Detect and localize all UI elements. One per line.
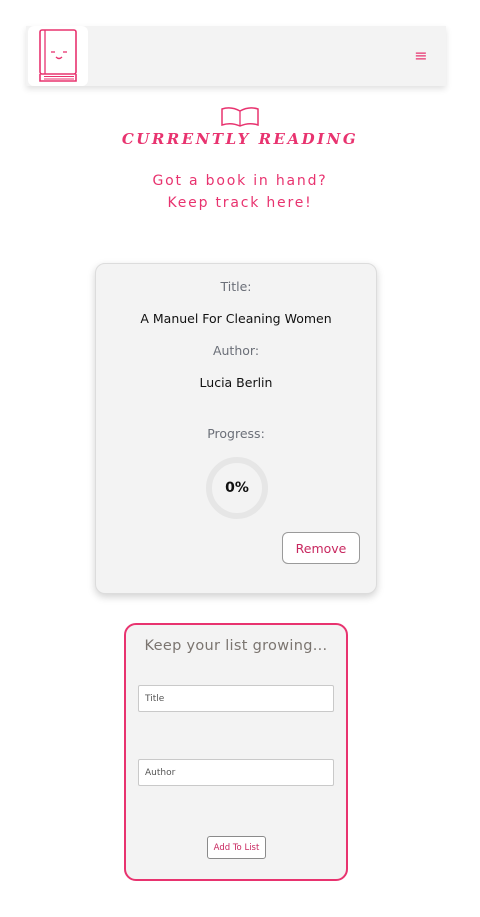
smiling-book-icon <box>39 29 77 82</box>
navbar: ≡ <box>26 26 446 86</box>
tagline-line-2: Keep track here! <box>167 195 313 211</box>
author-input[interactable] <box>138 759 334 786</box>
progress-label: Progress: <box>207 426 265 441</box>
author-label: Author: <box>212 343 260 358</box>
add-book-form: Keep your list growing... Add To List <box>124 623 348 881</box>
tagline: Got a book in hand? Keep track here! <box>0 170 480 214</box>
hamburger-menu-icon[interactable]: ≡ <box>410 44 432 66</box>
book-title: A Manuel For Cleaning Women <box>140 311 332 326</box>
progress-percent: 0% <box>225 480 249 496</box>
page-title: CURRENTLY READING <box>121 130 359 148</box>
book-author: Lucia Berlin <box>199 375 273 390</box>
form-heading: Keep your list growing... <box>144 638 328 654</box>
tagline-line-1: Got a book in hand? <box>152 173 328 189</box>
title-label: Title: <box>220 279 252 294</box>
title-input[interactable] <box>138 685 334 712</box>
logo[interactable] <box>28 26 88 86</box>
hero: CURRENTLY READING Got a book in hand? Ke… <box>0 106 480 214</box>
book-card: Title: A Manuel For Cleaning Women Autho… <box>95 263 377 594</box>
open-book-icon <box>221 107 259 127</box>
remove-button[interactable]: Remove <box>282 532 360 564</box>
progress-ring: 0% <box>206 457 268 519</box>
add-to-list-button[interactable]: Add To List <box>207 836 266 859</box>
